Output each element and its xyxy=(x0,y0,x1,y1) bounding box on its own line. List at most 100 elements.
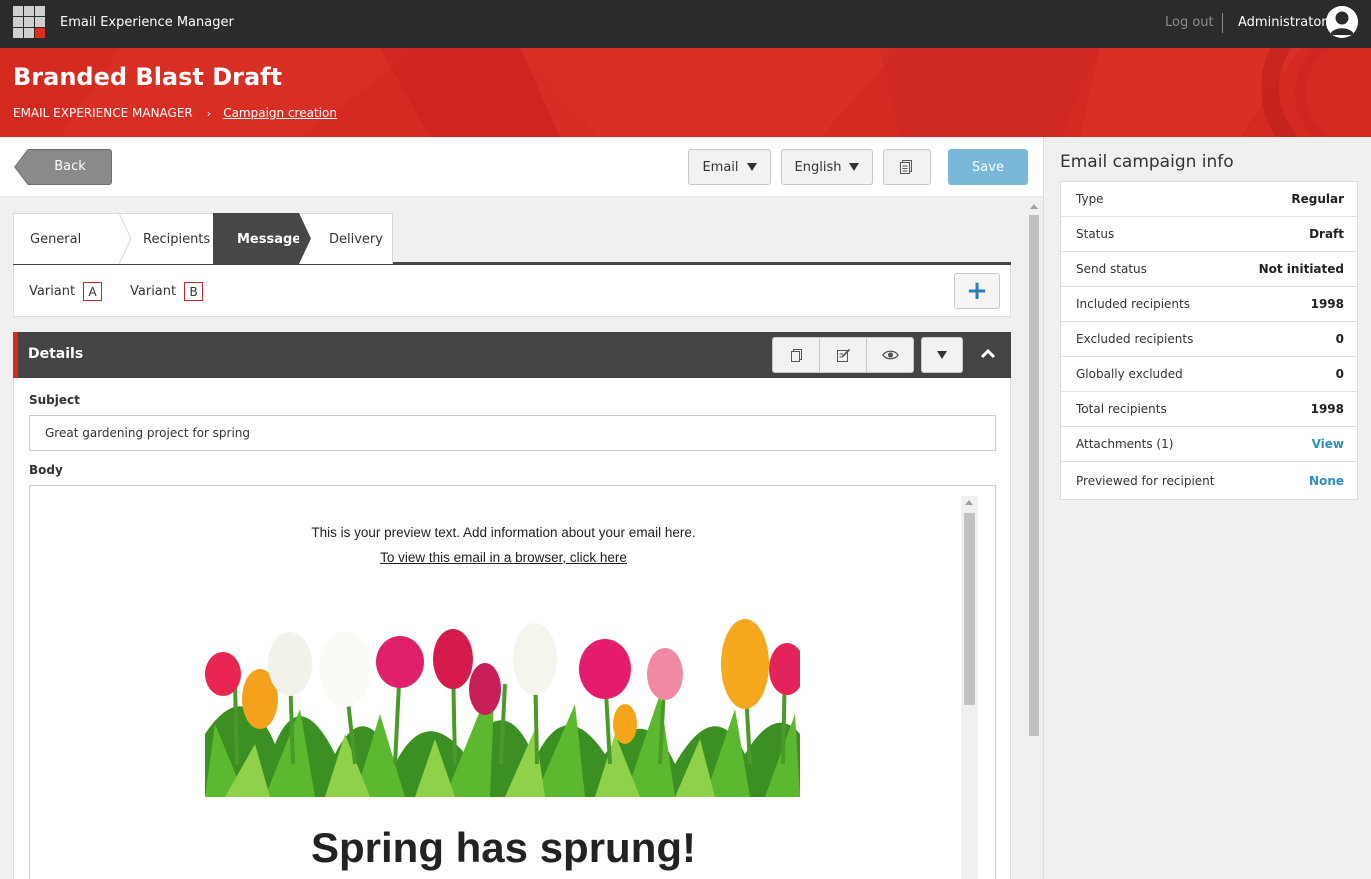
edit-button[interactable] xyxy=(820,338,867,372)
view-attachments-link[interactable]: View xyxy=(1312,437,1344,451)
variant-b-badge: B xyxy=(184,282,204,301)
tab-recipients[interactable]: Recipients xyxy=(119,213,213,264)
tab-label: Message xyxy=(237,231,302,247)
email-preview-scrollbar[interactable] xyxy=(961,496,978,879)
info-value: Regular xyxy=(1291,192,1344,206)
breadcrumb: EMAIL EXPERIENCE MANAGER › Campaign crea… xyxy=(13,106,337,120)
campaign-info-panel: Email campaign info Type Regular Status … xyxy=(1043,137,1371,879)
variant-a[interactable]: Variant A xyxy=(29,282,103,301)
info-label: Status xyxy=(1076,227,1115,241)
tab-message[interactable]: Message xyxy=(201,213,311,264)
info-row-type: Type Regular xyxy=(1061,182,1357,217)
save-button[interactable]: Save xyxy=(948,149,1028,185)
caret-down-icon xyxy=(746,163,757,171)
back-button[interactable]: Back xyxy=(14,149,112,185)
details-title: Details xyxy=(28,346,84,362)
breadcrumb-current[interactable]: Campaign creation xyxy=(223,106,337,120)
info-row-globally-excluded: Globally excluded 0 xyxy=(1061,357,1357,392)
breadcrumb-root[interactable]: EMAIL EXPERIENCE MANAGER xyxy=(13,106,193,120)
wizard-tabs: General Recipients Message Delivery xyxy=(13,213,393,264)
caret-down-icon xyxy=(937,351,947,359)
collapse-button[interactable] xyxy=(978,344,998,364)
details-actions xyxy=(772,337,914,373)
page-title: Branded Blast Draft xyxy=(13,63,283,91)
add-variant-button[interactable]: + xyxy=(954,273,1000,309)
subject-label: Subject xyxy=(29,393,80,407)
info-label: Total recipients xyxy=(1076,402,1167,416)
scrollbar-thumb[interactable] xyxy=(964,513,975,705)
channel-dropdown-value: Email xyxy=(702,159,739,175)
email-body-preview[interactable]: This is your preview text. Add informati… xyxy=(29,485,996,879)
info-label: Attachments (1) xyxy=(1076,437,1174,451)
back-button-label: Back xyxy=(54,159,86,174)
main-content: General Recipients Message Delivery Vari… xyxy=(0,198,1043,879)
topbar-divider xyxy=(1222,13,1223,33)
edit-icon xyxy=(836,348,850,362)
user-avatar-icon[interactable] xyxy=(1326,6,1358,38)
info-label: Previewed for recipient xyxy=(1076,473,1215,488)
toolbar: Back Email English Save xyxy=(0,137,1043,197)
plus-icon: + xyxy=(966,276,988,306)
main-scrollbar[interactable] xyxy=(1027,198,1041,879)
details-body: Subject Body This is your preview text. … xyxy=(13,378,1011,879)
eye-icon xyxy=(881,350,899,360)
info-value: 1998 xyxy=(1310,297,1344,311)
view-in-browser-link[interactable]: To view this email in a browser, click h… xyxy=(30,550,977,565)
header-background xyxy=(60,48,1334,137)
email-headline: Spring has sprung! xyxy=(310,824,696,871)
language-dropdown[interactable]: English xyxy=(781,149,873,185)
tulips-hero-image xyxy=(205,614,800,797)
chevron-up-icon xyxy=(980,348,996,359)
details-header: Details xyxy=(13,332,1011,378)
tab-general[interactable]: General xyxy=(13,213,131,264)
page-header: Branded Blast Draft EMAIL EXPERIENCE MAN… xyxy=(0,48,1371,137)
breadcrumb-separator: › xyxy=(206,106,212,120)
info-label: Excluded recipients xyxy=(1076,332,1194,346)
top-bar: Email Experience Manager Log out Adminis… xyxy=(0,0,1371,48)
details-more-dropdown[interactable] xyxy=(921,337,963,373)
variant-bar: Variant A Variant B + xyxy=(13,265,1011,317)
scroll-up-icon[interactable] xyxy=(965,500,973,505)
tab-arrow xyxy=(299,213,311,264)
duplicate-button[interactable] xyxy=(773,338,820,372)
info-row-previewed-for: Previewed for recipient None xyxy=(1061,462,1357,499)
copy-icon xyxy=(790,348,802,362)
app-name: Email Experience Manager xyxy=(60,15,234,30)
app-launcher-icon[interactable] xyxy=(13,6,45,38)
tab-label: Delivery xyxy=(329,231,383,247)
info-row-attachments: Attachments (1) View xyxy=(1061,427,1357,462)
variant-label: Variant xyxy=(29,284,76,299)
variant-label: Variant xyxy=(130,284,177,299)
tab-label: Recipients xyxy=(143,231,211,247)
info-label: Globally excluded xyxy=(1076,367,1183,381)
info-row-status: Status Draft xyxy=(1061,217,1357,252)
variant-a-badge: A xyxy=(83,282,103,301)
info-row-excluded-recipients: Excluded recipients 0 xyxy=(1061,322,1357,357)
body-label: Body xyxy=(29,463,63,477)
scroll-up-icon[interactable] xyxy=(1030,204,1038,209)
tab-delivery[interactable]: Delivery xyxy=(299,213,393,264)
language-dropdown-value: English xyxy=(794,159,842,175)
scrollbar-thumb[interactable] xyxy=(1029,215,1039,736)
preview-button[interactable] xyxy=(867,338,913,372)
info-value: 0 xyxy=(1335,332,1344,346)
variant-b[interactable]: Variant B xyxy=(130,282,204,301)
caret-down-icon xyxy=(849,163,860,171)
info-value: 0 xyxy=(1335,367,1344,381)
previewed-recipient-link[interactable]: None xyxy=(1309,474,1344,488)
info-value: Draft xyxy=(1309,227,1344,241)
info-label: Type xyxy=(1076,192,1104,206)
subject-input[interactable] xyxy=(29,415,996,451)
info-label: Send status xyxy=(1076,262,1147,276)
info-row-send-status: Send status Not initiated xyxy=(1061,252,1357,287)
logout-link[interactable]: Log out xyxy=(1165,15,1214,30)
info-label: Included recipients xyxy=(1076,297,1190,311)
tab-label: General xyxy=(30,231,82,247)
email-preview-text: This is your preview text. Add informati… xyxy=(311,525,696,540)
channel-dropdown[interactable]: Email xyxy=(688,149,771,185)
campaign-info-title: Email campaign info xyxy=(1060,152,1234,172)
copy-button[interactable] xyxy=(883,149,931,185)
info-value: 1998 xyxy=(1310,402,1344,416)
user-name[interactable]: Administrator xyxy=(1238,15,1327,30)
info-row-included-recipients: Included recipients 1998 xyxy=(1061,287,1357,322)
